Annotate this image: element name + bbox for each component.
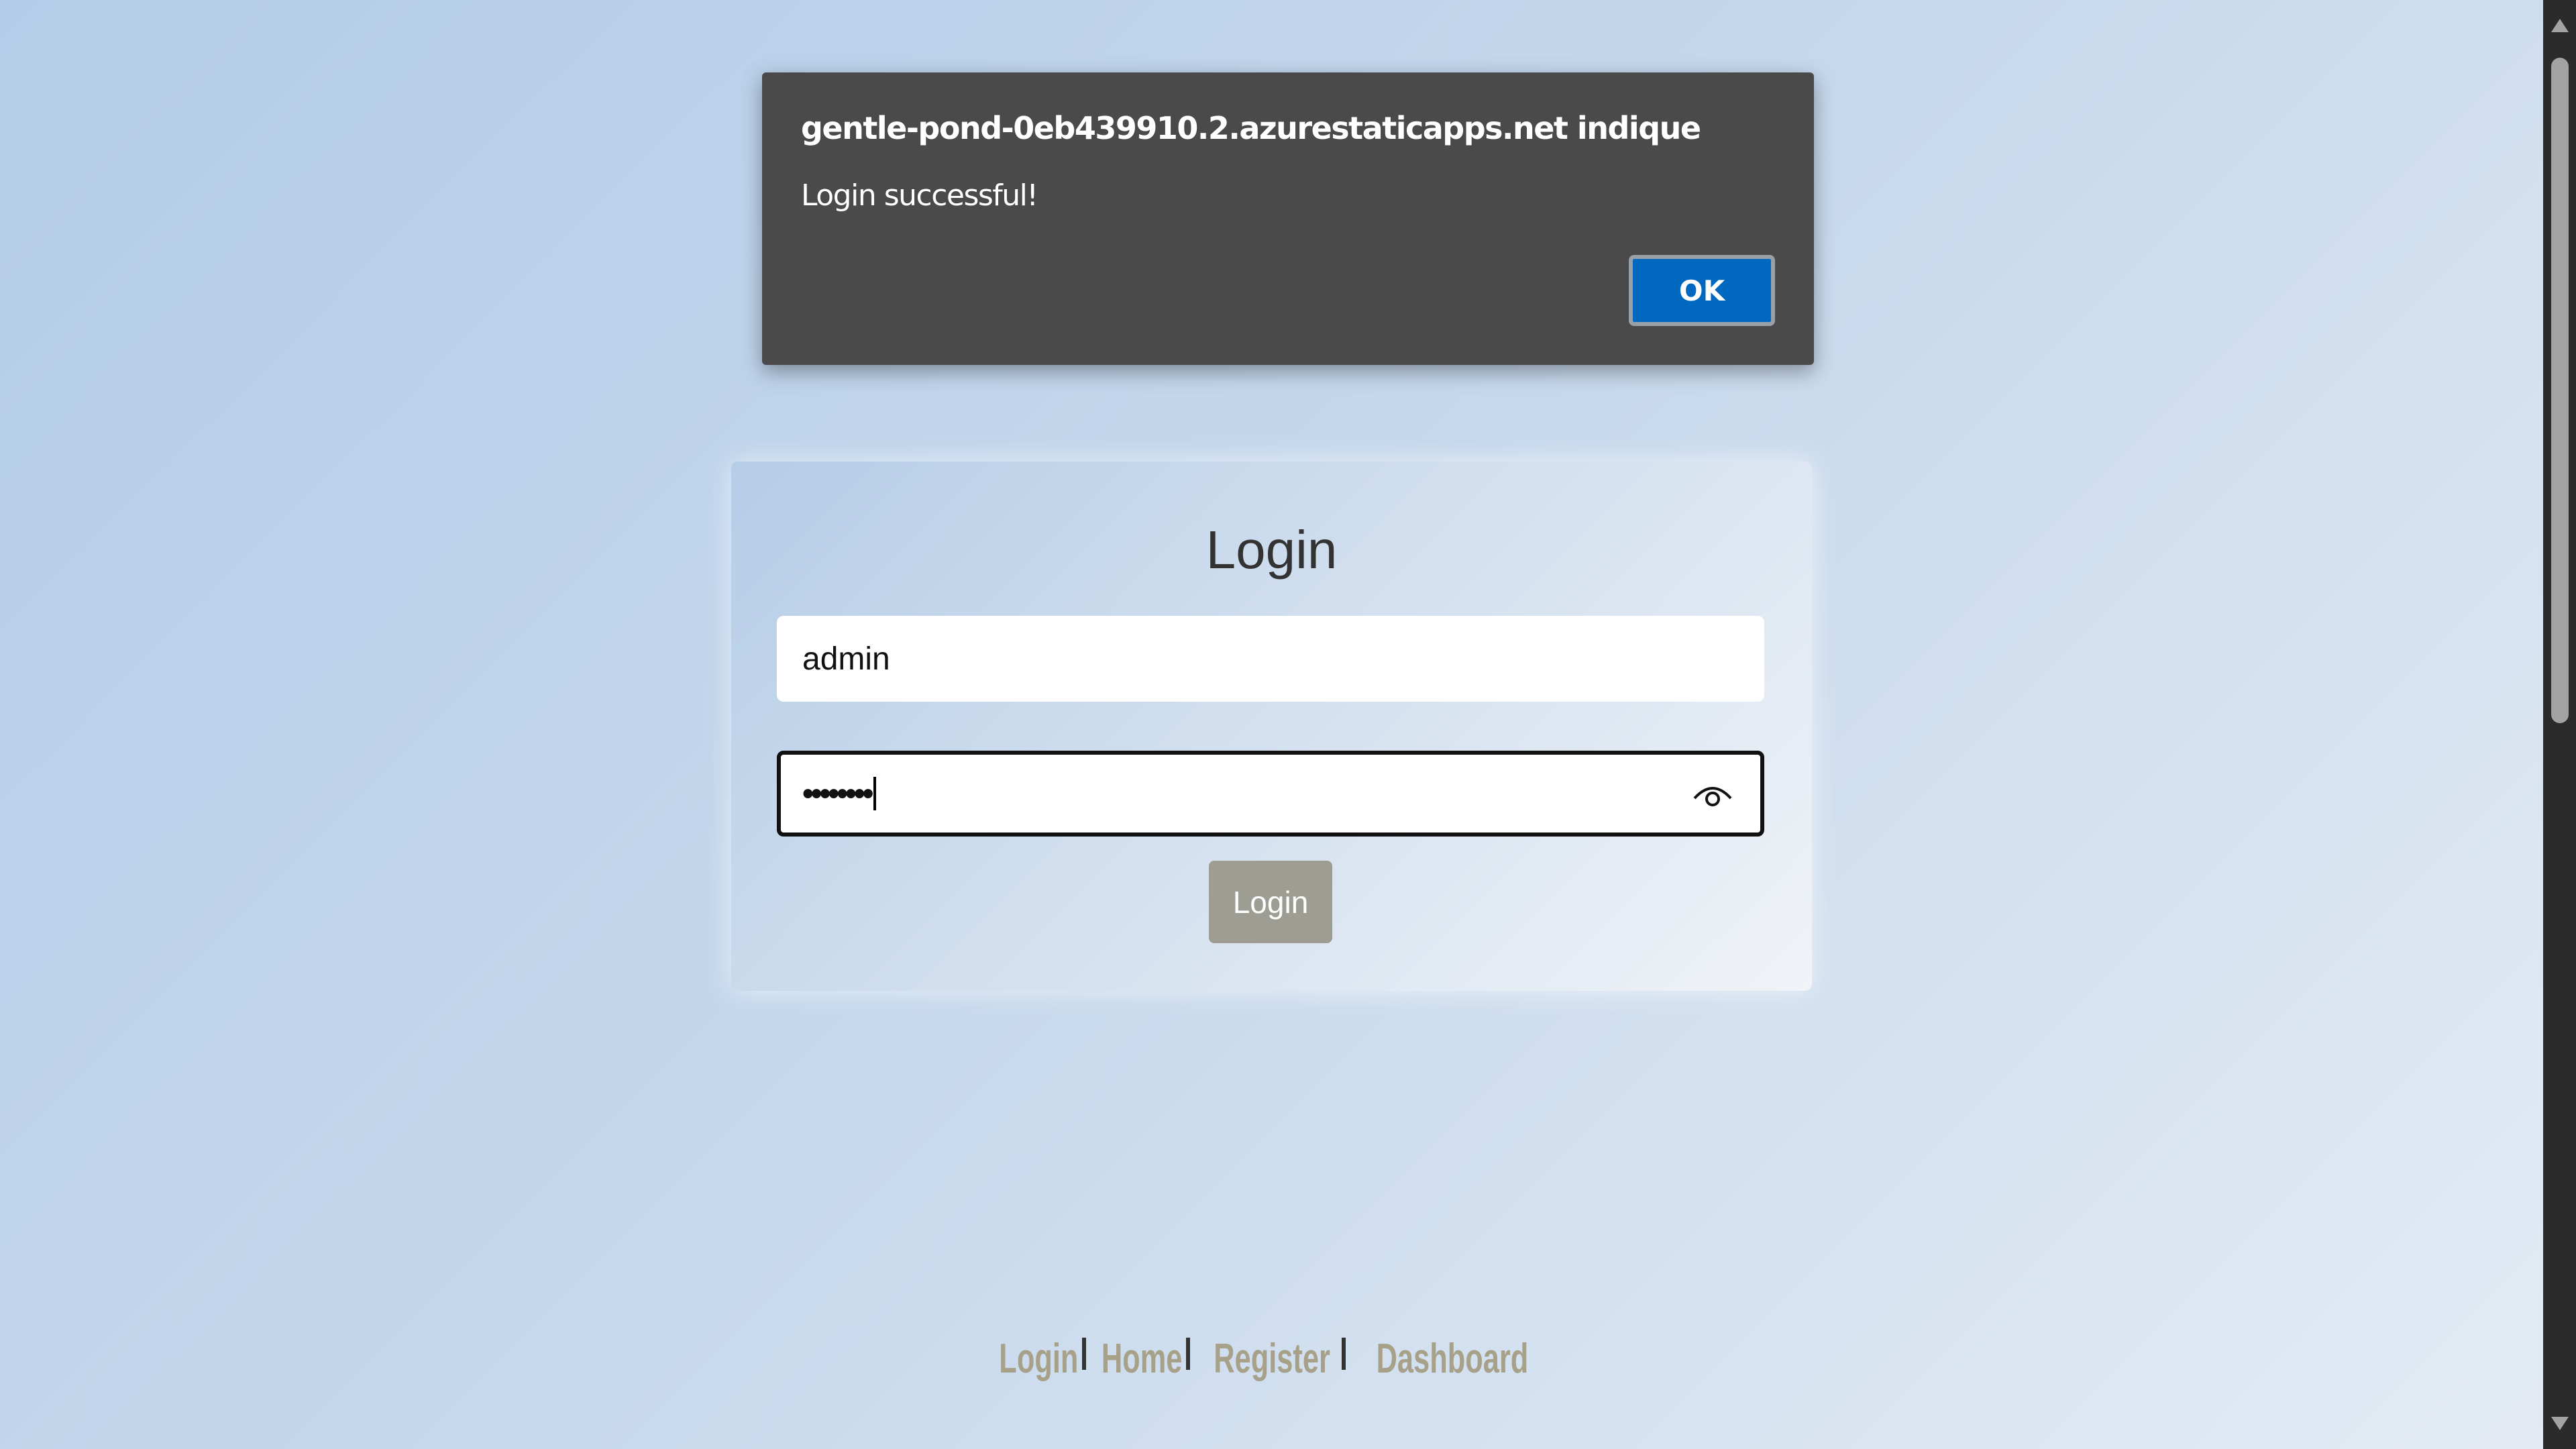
scroll-down-icon[interactable]	[2551, 1417, 2569, 1430]
scrollbar-thumb[interactable]	[2551, 58, 2569, 723]
dialog-title: gentle-pond-0eb439910.2.azurestaticapps.…	[801, 110, 1701, 146]
password-value: ••••••••	[802, 775, 873, 812]
footer-link-register[interactable]: Register	[1214, 1335, 1330, 1383]
footer-link-home[interactable]: Home	[1102, 1335, 1183, 1383]
dialog-message: Login successful!	[801, 178, 1038, 213]
divider	[1081, 1338, 1086, 1370]
scrollbar[interactable]	[2543, 0, 2576, 1449]
scroll-up-icon[interactable]	[2551, 19, 2569, 32]
alert-dialog: gentle-pond-0eb439910.2.azurestaticapps.…	[762, 72, 1814, 365]
username-value: admin	[802, 641, 890, 677]
eye-icon[interactable]	[1692, 780, 1733, 817]
password-input[interactable]: ••••••••	[777, 751, 1764, 837]
ok-button[interactable]: OK	[1629, 255, 1775, 326]
footer-link-login[interactable]: Login	[999, 1335, 1078, 1383]
text-caret	[873, 777, 877, 810]
divider	[1186, 1338, 1191, 1370]
footer-nav: Login Home Register Dashboard	[0, 1335, 2543, 1383]
divider	[1341, 1338, 1346, 1370]
username-input[interactable]: admin	[777, 616, 1764, 702]
footer-link-dashboard[interactable]: Dashboard	[1377, 1335, 1529, 1383]
page-title: Login	[1205, 520, 1338, 580]
login-card: Login admin •••••••• Login	[731, 462, 1812, 991]
login-button[interactable]: Login	[1209, 861, 1332, 943]
